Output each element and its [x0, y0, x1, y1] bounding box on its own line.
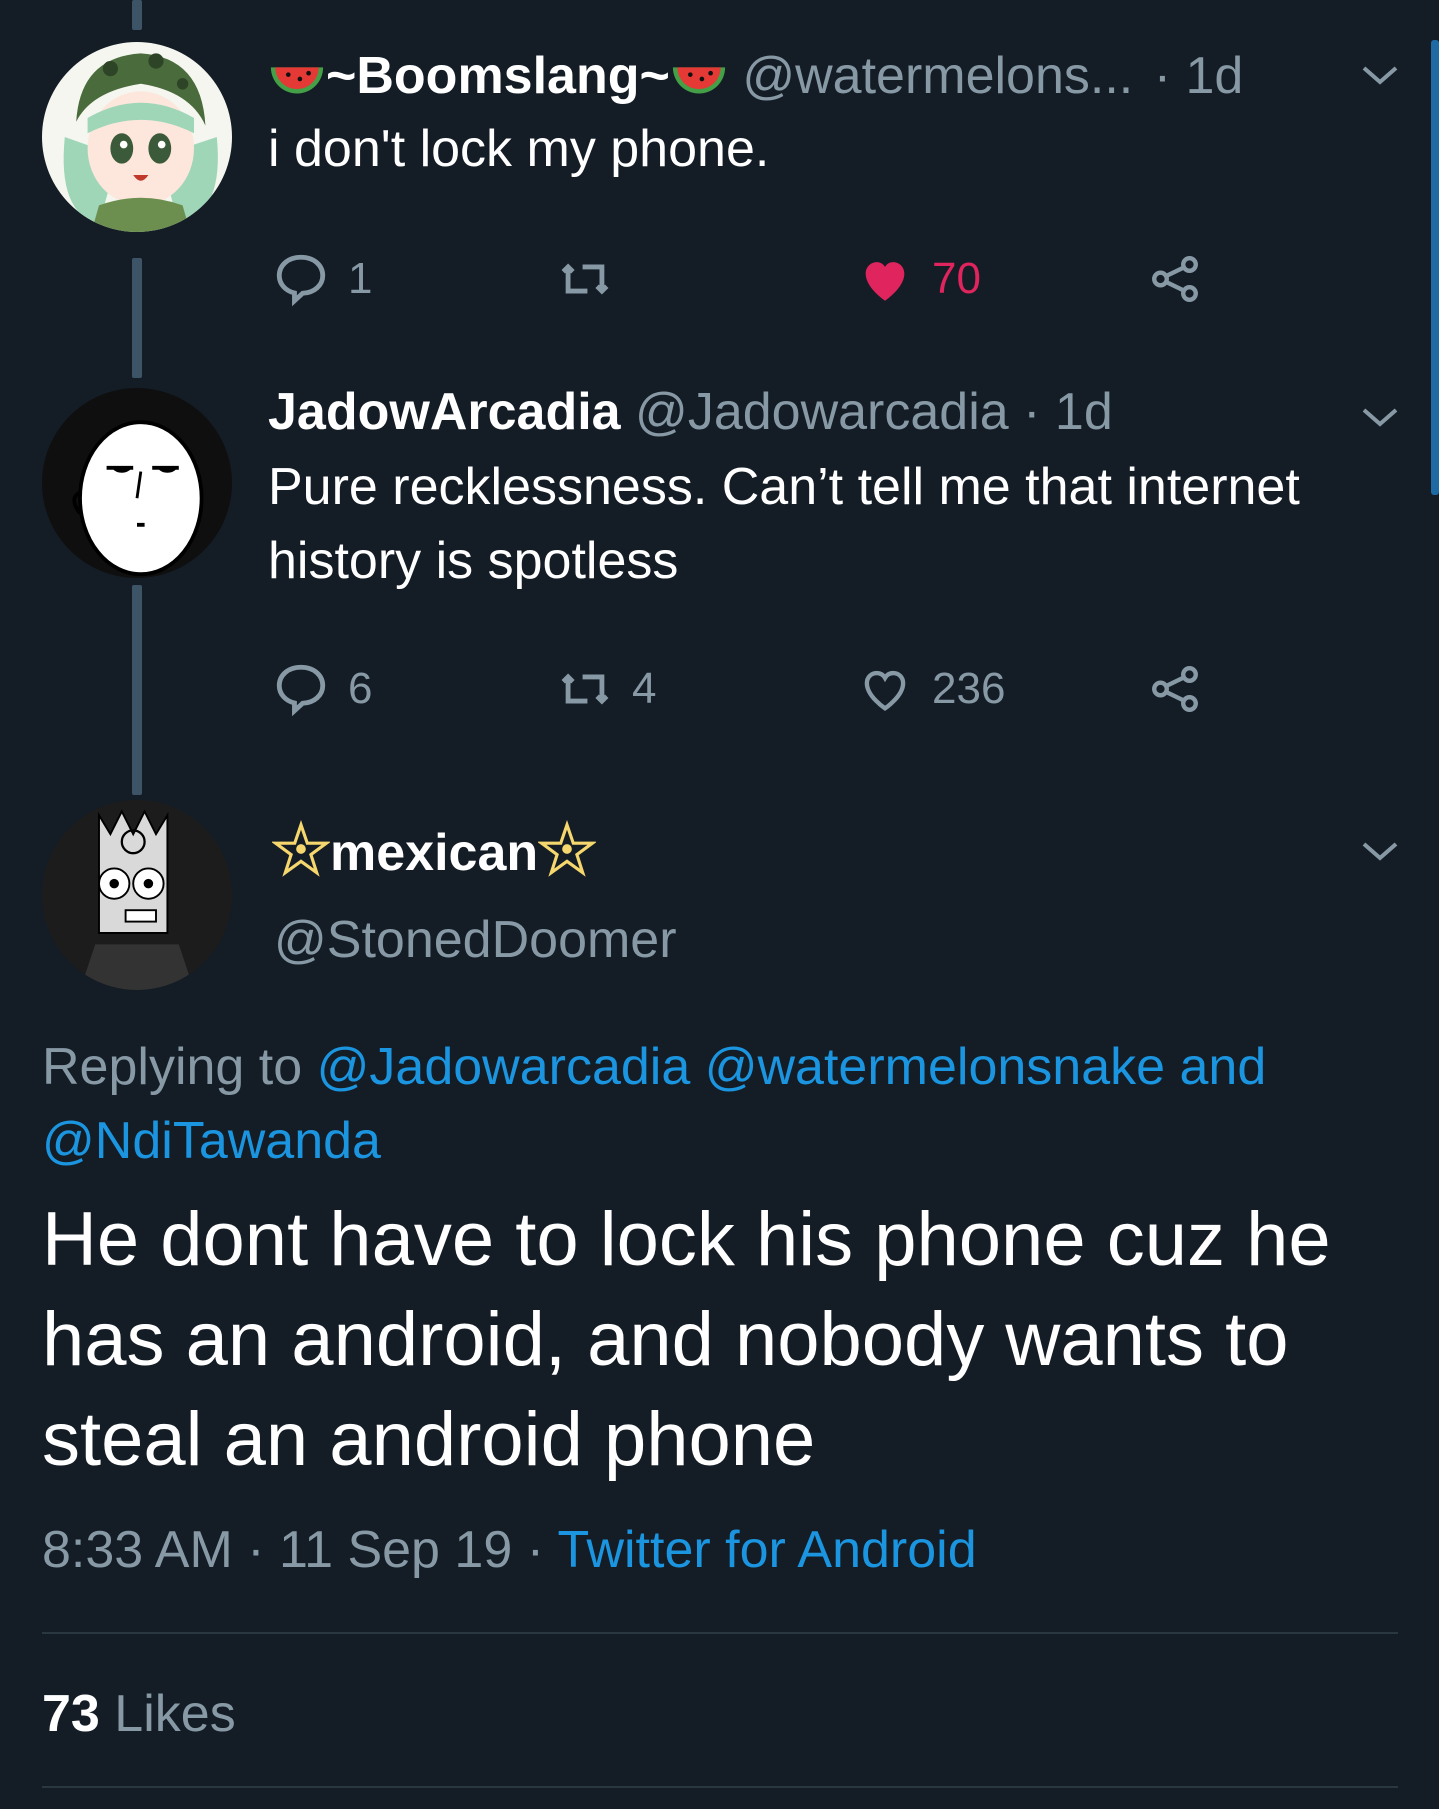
handle[interactable]: @watermelons...	[742, 47, 1133, 105]
tweet-meta: 8:33 AM · 11 Sep 19 · Twitter for Androi…	[42, 1521, 977, 1579]
tweet-header: ~Boomslang~ @watermelons... · 1d	[268, 46, 1243, 106]
share-icon	[1152, 666, 1198, 712]
retweet-count: 4	[632, 664, 657, 713]
display-name[interactable]: ~Boomslang~	[326, 47, 670, 105]
display-name[interactable]: mexican	[330, 824, 538, 882]
reply-handle-link[interactable]: @Jadowarcadia	[317, 1038, 691, 1096]
share-button[interactable]	[1146, 250, 1222, 308]
likes-summary[interactable]: 73 Likes	[42, 1684, 236, 1744]
watermelon-icon	[672, 67, 725, 94]
divider	[42, 1786, 1398, 1788]
timestamp[interactable]: · 1d	[1023, 383, 1113, 441]
avatar[interactable]	[42, 42, 232, 232]
scrollbar[interactable]	[1431, 40, 1439, 495]
retweet-icon	[561, 263, 609, 295]
like-icon	[865, 262, 905, 301]
replying-label: Replying to	[42, 1038, 303, 1096]
source-client-link[interactable]: Twitter for Android	[558, 1521, 977, 1579]
like-count: 236	[932, 664, 1006, 713]
tweet-time: 8:33 AM	[42, 1521, 233, 1579]
timestamp[interactable]: · 1d	[1154, 47, 1244, 105]
like-count: 70	[932, 254, 981, 303]
tweet-text: He dont have to lock his phone cuz he ha…	[42, 1197, 1331, 1482]
replying-to: Replying to @Jadowarcadia @watermelonsna…	[42, 1030, 1412, 1178]
share-icon	[1152, 256, 1198, 302]
thread-line	[132, 0, 142, 30]
chevron-down-icon[interactable]	[1358, 402, 1402, 432]
tweet-header: JadowArcadia @Jadowarcadia · 1d	[268, 382, 1113, 442]
reply-handle-link[interactable]: @NdiTawanda	[42, 1112, 381, 1170]
avatar[interactable]	[42, 388, 232, 578]
reply-count: 6	[348, 664, 373, 713]
reply-icon	[276, 664, 326, 717]
tweet-text: i don't lock my phone.	[268, 120, 770, 178]
retweet-icon	[561, 673, 609, 705]
reply-and[interactable]: and	[1180, 1038, 1267, 1096]
display-name[interactable]: JadowArcadia	[268, 383, 621, 441]
reply-handle-link[interactable]: @watermelonsnake	[705, 1038, 1165, 1096]
thread-line	[132, 258, 142, 378]
reply-button[interactable]: 6	[272, 660, 372, 718]
thread-line	[132, 585, 142, 795]
pentagram-icon	[538, 820, 597, 877]
likes-count: 73	[42, 1685, 100, 1743]
tweet-date: 11 Sep 19	[279, 1521, 513, 1579]
avatar[interactable]	[42, 800, 232, 990]
handle[interactable]: @Jadowarcadia	[635, 383, 1009, 441]
retweet-button[interactable]: 4	[556, 660, 656, 718]
reply-count: 1	[348, 254, 373, 303]
reply-button[interactable]: 1	[272, 250, 372, 308]
reply-icon	[276, 254, 326, 307]
like-icon	[864, 670, 906, 711]
likes-label: Likes	[114, 1685, 236, 1743]
chevron-down-icon[interactable]	[1358, 836, 1402, 866]
retweet-button[interactable]	[556, 250, 632, 308]
pentagram-icon	[272, 820, 330, 877]
chevron-down-icon[interactable]	[1358, 60, 1402, 90]
handle[interactable]: @StonedDoomer	[274, 910, 677, 970]
watermelon-icon	[270, 67, 324, 94]
share-button[interactable]	[1146, 660, 1222, 718]
like-button[interactable]: 70	[856, 250, 981, 308]
like-button[interactable]: 236	[856, 660, 1005, 718]
tweet-text: Pure recklessness. Can’t tell me that in…	[268, 458, 1300, 590]
tweet-header: mexican	[272, 820, 597, 883]
divider	[42, 1632, 1398, 1634]
